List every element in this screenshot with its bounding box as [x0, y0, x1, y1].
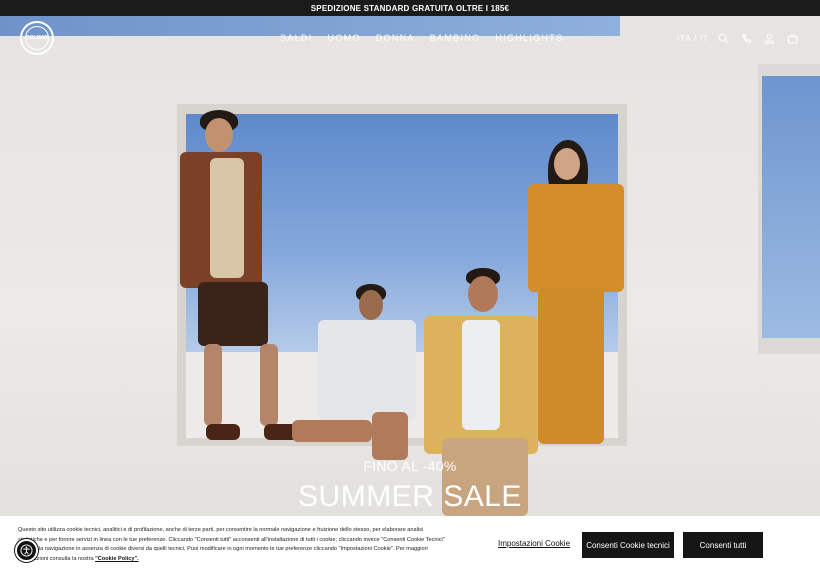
accessibility-icon	[20, 544, 33, 557]
announcement-text: SPEDIZIONE STANDARD GRATUITA OLTRE I 185…	[310, 3, 510, 13]
nav-item-uomo[interactable]: UOMO	[328, 33, 361, 43]
hero-model-3	[422, 268, 542, 516]
announcement-bar: SPEDIZIONE STANDARD GRATUITA OLTRE I 185…	[0, 0, 820, 16]
site-header: COLMAR SALDI UOMO DONNA BAMBINO HIGHLIGH…	[0, 16, 820, 60]
cookie-policy-link[interactable]: "Cookie Policy".	[95, 556, 139, 562]
phone-icon[interactable]	[741, 33, 752, 44]
locale-selector[interactable]: ITA / IT	[677, 34, 709, 43]
nav-item-saldi[interactable]: SALDI	[280, 33, 313, 43]
nav-item-highlights[interactable]: HIGHLIGHTS	[495, 33, 563, 43]
cookie-settings-button[interactable]: Impostazioni Cookie	[498, 539, 570, 548]
hero-right-sky	[762, 76, 820, 338]
hero-subtitle: FINO AL -40%	[363, 458, 457, 474]
accessibility-button[interactable]	[15, 539, 38, 562]
hero-model-4	[526, 140, 626, 446]
brand-logo-mark: COLMAR	[25, 26, 49, 50]
hero-model-2	[292, 284, 418, 464]
accept-technical-cookies-button[interactable]: Consenti Cookie tecnici	[582, 532, 674, 558]
search-icon[interactable]	[718, 33, 729, 44]
hero-title[interactable]: SUMMER SALE	[0, 480, 820, 514]
main-nav: SALDI UOMO DONNA BAMBINO HIGHLIGHTS	[280, 33, 563, 43]
cookie-banner: Questo sito utilizza cookie tecnici, ana…	[0, 516, 820, 577]
nav-item-bambino[interactable]: BAMBINO	[430, 33, 481, 43]
account-icon[interactable]	[764, 33, 775, 44]
accept-all-cookies-button[interactable]: Consenti tutti	[683, 532, 763, 558]
hero-model-1	[178, 110, 298, 445]
brand-logo[interactable]: COLMAR	[20, 21, 54, 55]
nav-item-donna[interactable]: DONNA	[376, 33, 415, 43]
bag-icon[interactable]	[787, 33, 798, 44]
hero-banner[interactable]: FINO AL -40% SUMMER SALE	[0, 16, 820, 516]
cookie-text-block: Questo sito utilizza cookie tecnici, ana…	[18, 526, 446, 564]
cookie-text: Questo sito utilizza cookie tecnici, ana…	[18, 527, 445, 562]
